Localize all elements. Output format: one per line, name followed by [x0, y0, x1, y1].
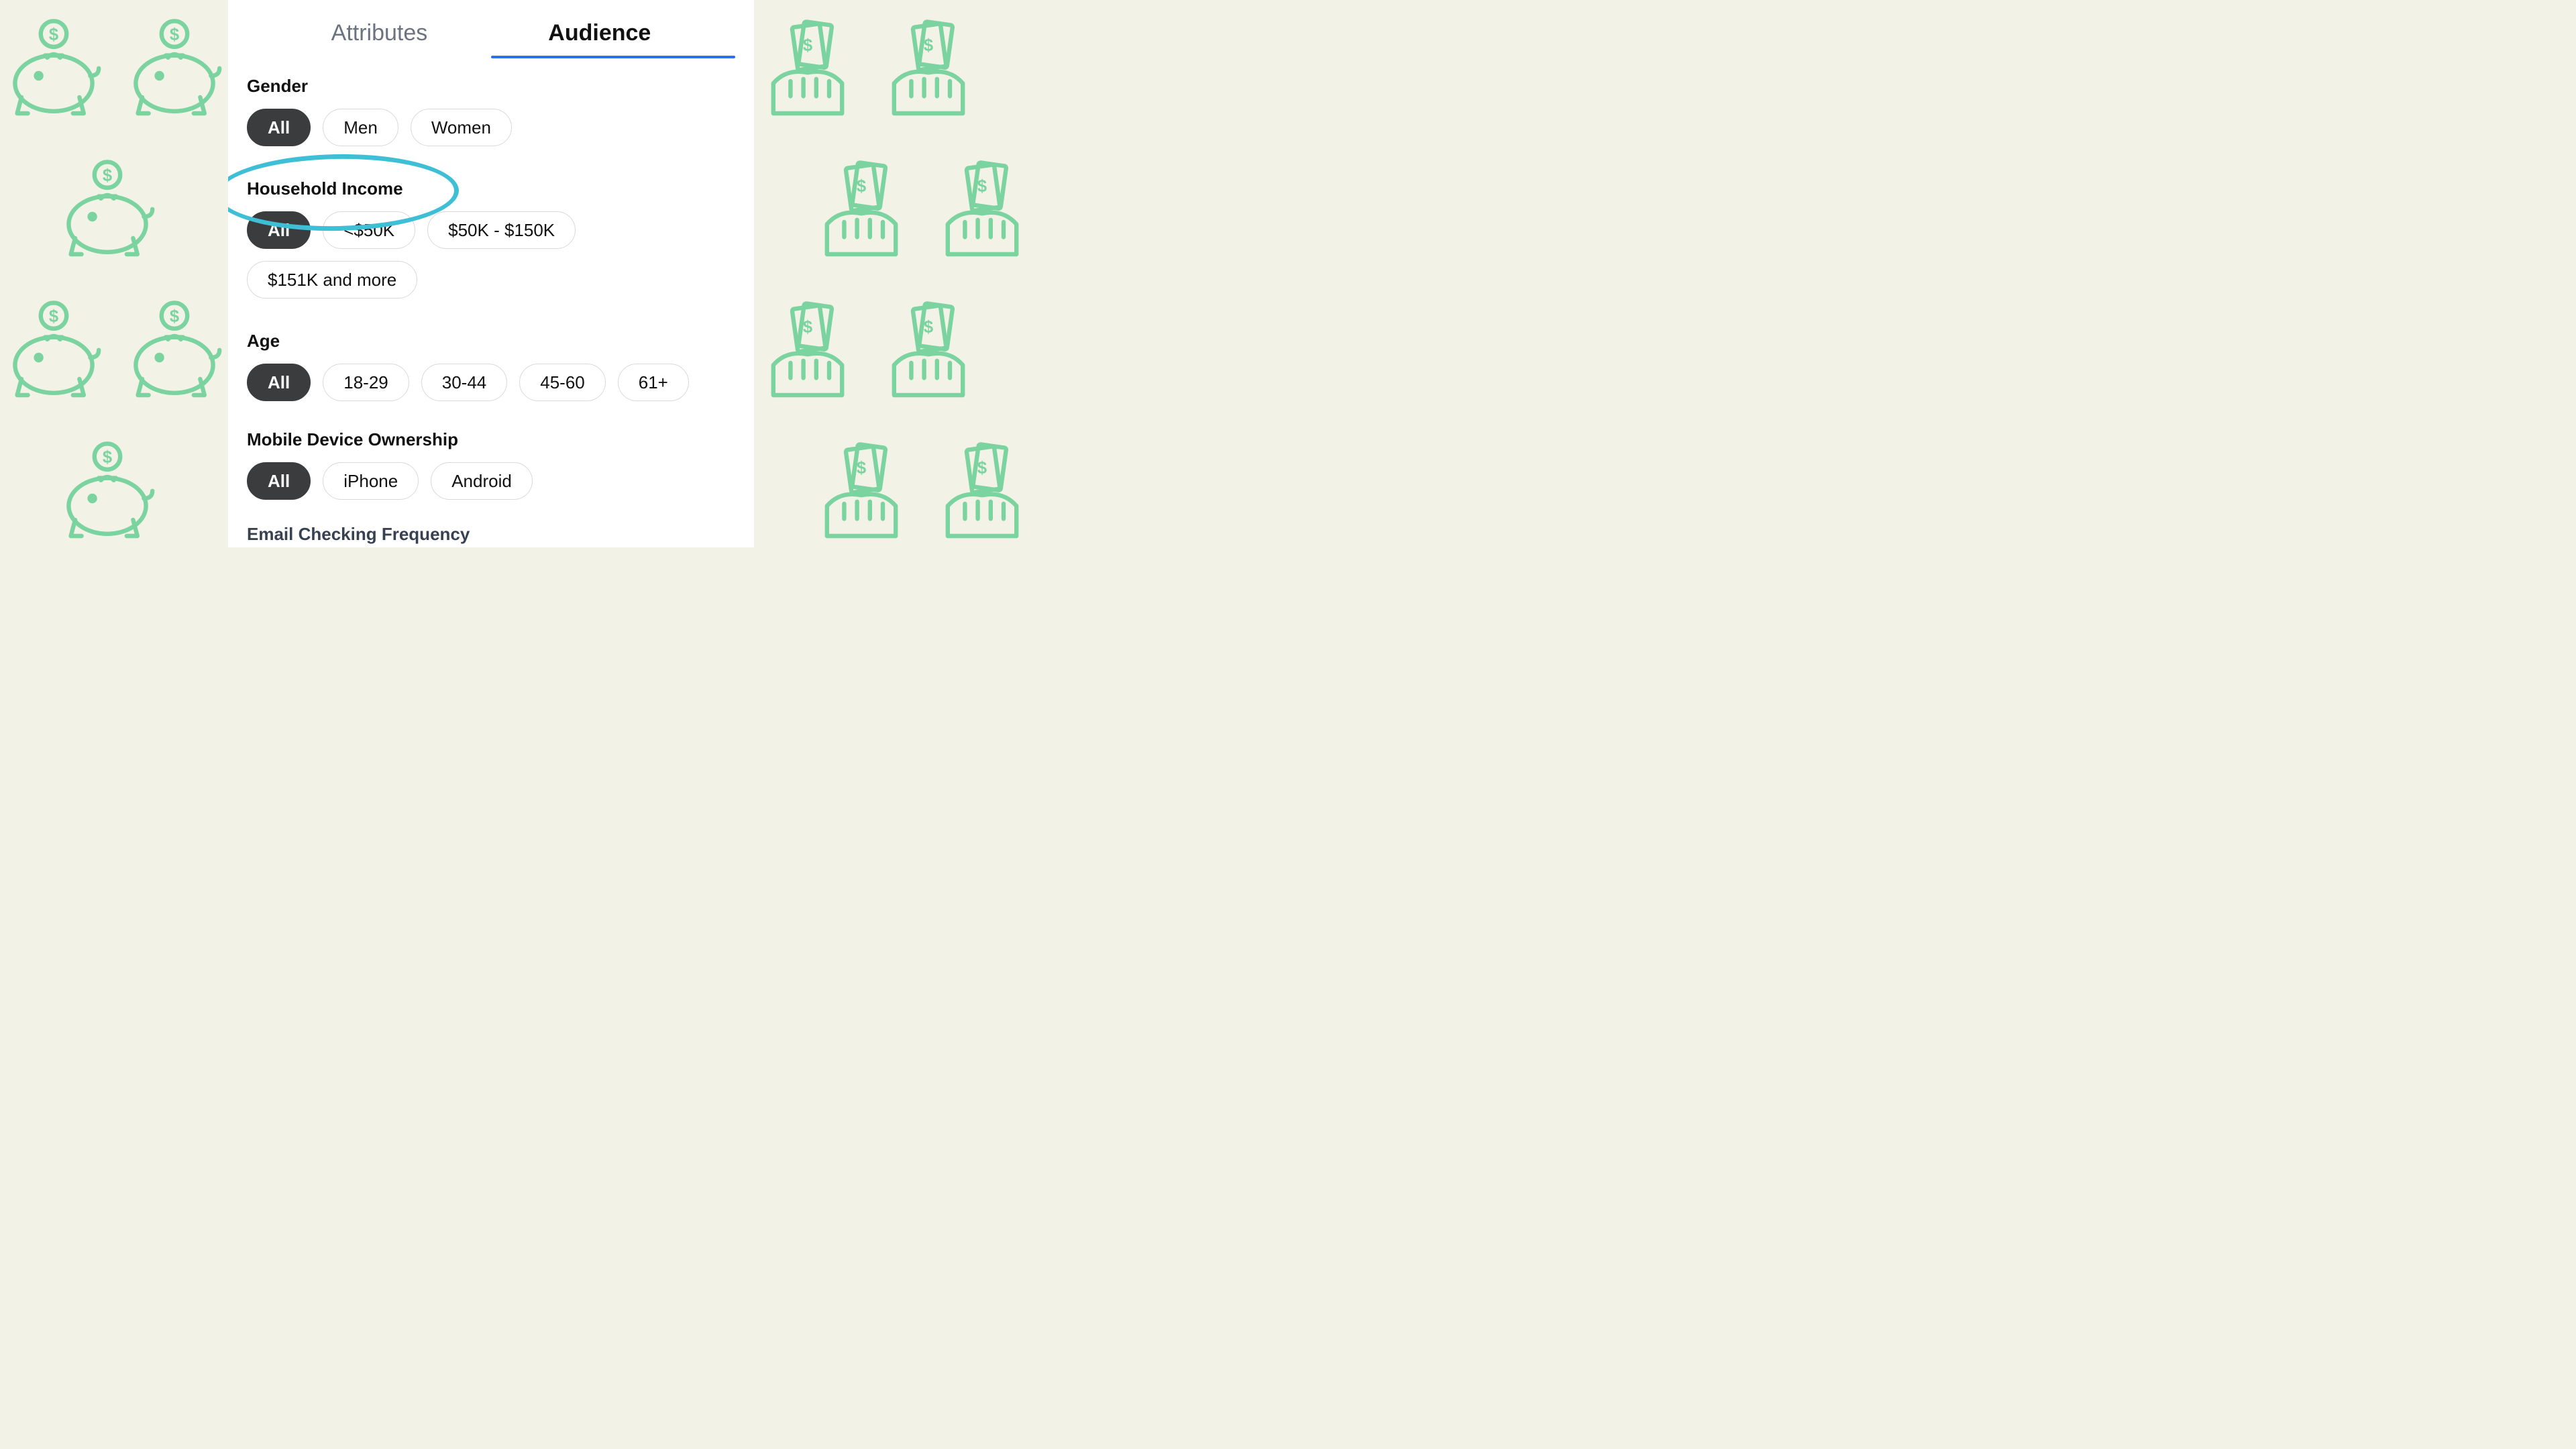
- cash-in-hand-icon: $: [808, 158, 915, 265]
- piggy-bank-icon: $: [0, 17, 107, 124]
- pill-device-iphone[interactable]: iPhone: [323, 462, 419, 500]
- tabs: Attributes Audience: [247, 0, 735, 58]
- piggy-bank-icon: $: [54, 439, 161, 547]
- pill-age-18-29[interactable]: 18-29: [323, 364, 409, 401]
- pill-gender-men[interactable]: Men: [323, 109, 398, 146]
- svg-text:$: $: [103, 448, 112, 467]
- label-income: Household Income: [247, 178, 735, 199]
- pill-income-all[interactable]: All: [247, 211, 311, 249]
- label-device: Mobile Device Ownership: [247, 429, 735, 450]
- svg-text:$: $: [857, 459, 866, 478]
- label-age: Age: [247, 331, 735, 352]
- cash-in-hand-icon: $: [928, 439, 1036, 547]
- pills-age: All 18-29 30-44 45-60 61+: [247, 364, 735, 401]
- pills-gender: All Men Women: [247, 109, 735, 146]
- pill-income-under-50k[interactable]: <$50K: [323, 211, 415, 249]
- svg-text:$: $: [803, 318, 812, 337]
- piggy-bank-icon: $: [121, 17, 228, 124]
- pill-age-all[interactable]: All: [247, 364, 311, 401]
- piggy-bank-icon: $: [54, 158, 161, 265]
- section-age: Age All 18-29 30-44 45-60 61+: [247, 331, 735, 401]
- pill-gender-all[interactable]: All: [247, 109, 311, 146]
- section-gender: Gender All Men Women: [247, 76, 735, 146]
- section-income: Household Income All <$50K $50K - $150K …: [247, 178, 735, 299]
- svg-text:$: $: [103, 166, 112, 185]
- pills-device: All iPhone Android: [247, 462, 735, 500]
- cash-in-hand-icon: $: [875, 17, 982, 124]
- svg-text:$: $: [924, 36, 933, 55]
- piggy-bank-icon: $: [121, 299, 228, 406]
- tab-audience[interactable]: Audience: [548, 20, 651, 58]
- cash-in-hand-icon: $: [754, 299, 861, 406]
- decorative-left-column: $ $: [0, 0, 228, 547]
- pill-age-30-44[interactable]: 30-44: [421, 364, 508, 401]
- cash-in-hand-icon: $: [808, 439, 915, 547]
- svg-text:$: $: [49, 25, 58, 44]
- svg-text:$: $: [977, 459, 987, 478]
- svg-text:$: $: [977, 177, 987, 196]
- decorative-right-column: $ $ $: [754, 0, 982, 547]
- cash-in-hand-icon: $: [875, 299, 982, 406]
- section-email-freq: Email Checking Frequency All Day: [247, 524, 735, 547]
- section-device: Mobile Device Ownership All iPhone Andro…: [247, 429, 735, 500]
- tab-attributes[interactable]: Attributes: [331, 20, 428, 58]
- cash-in-hand-icon: $: [754, 17, 861, 124]
- svg-text:$: $: [857, 177, 866, 196]
- svg-text:$: $: [803, 36, 812, 55]
- svg-text:$: $: [170, 307, 179, 326]
- label-gender: Gender: [247, 76, 735, 97]
- pill-device-all[interactable]: All: [247, 462, 311, 500]
- svg-text:$: $: [170, 25, 179, 44]
- pill-gender-women[interactable]: Women: [411, 109, 512, 146]
- pill-device-android[interactable]: Android: [431, 462, 533, 500]
- pill-income-50k-150k[interactable]: $50K - $150K: [427, 211, 576, 249]
- pills-income: All <$50K $50K - $150K $151K and more: [247, 211, 735, 299]
- svg-text:$: $: [924, 318, 933, 337]
- tab-underline: [491, 56, 735, 58]
- audience-filter-panel: Attributes Audience Gender All Men Women…: [228, 0, 754, 547]
- pill-income-151k-plus[interactable]: $151K and more: [247, 261, 417, 299]
- piggy-bank-icon: $: [0, 299, 107, 406]
- cash-in-hand-icon: $: [928, 158, 1036, 265]
- label-email-freq: Email Checking Frequency: [247, 524, 735, 545]
- svg-text:$: $: [49, 307, 58, 326]
- pill-age-45-60[interactable]: 45-60: [519, 364, 606, 401]
- pill-age-61-plus[interactable]: 61+: [618, 364, 689, 401]
